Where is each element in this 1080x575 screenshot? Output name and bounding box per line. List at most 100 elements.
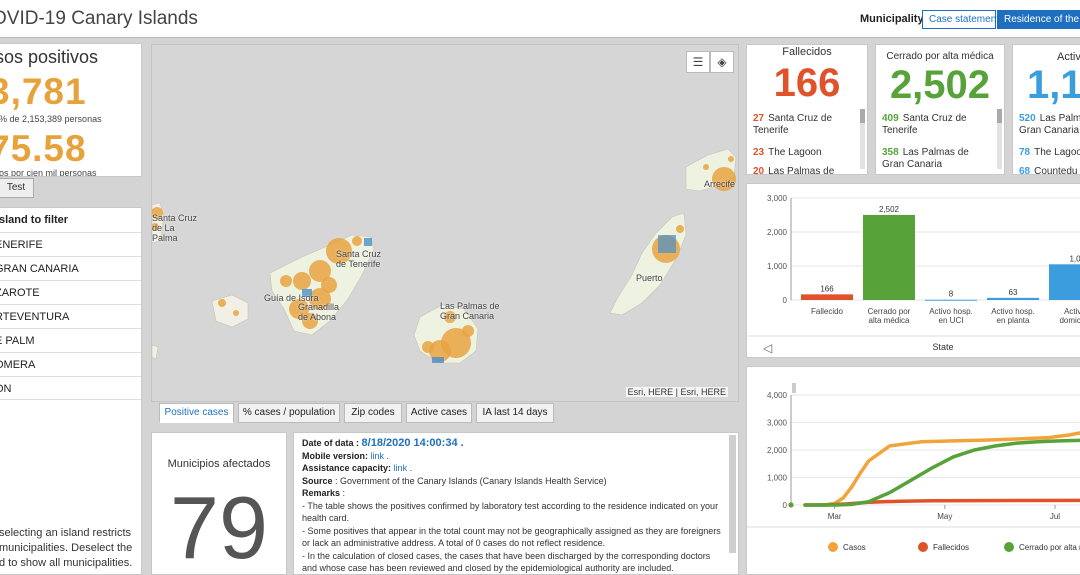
active-value: 1,1 [1027, 63, 1080, 107]
tab-zip-codes[interactable]: Zip codes [344, 403, 402, 423]
positives-rate: 75.58 [0, 128, 87, 169]
island-item-el-hierro[interactable]: ON [0, 376, 141, 400]
y-tick-label: 1,000 [767, 262, 788, 271]
row-label: Countedu [1034, 166, 1078, 175]
map-label-granadilla: Granadilla de Abona [298, 302, 340, 322]
canary-islands-map[interactable]: Santa Cruz de La Palma Santa Cruz de Teneri… [151, 44, 739, 402]
tab-positive-cases[interactable]: Positive cases [159, 403, 234, 423]
y-tick-label: 1,000 [767, 474, 788, 483]
x-axis-title: State [932, 342, 953, 352]
active-row: 520 Las Palm Gran Canaria [1019, 113, 1080, 137]
bar [925, 299, 977, 301]
case-bubble [352, 236, 362, 246]
bar-value-label: 2,502 [879, 205, 900, 214]
active-area [364, 238, 372, 246]
island-item-label: ON [0, 383, 12, 395]
assist-link[interactable]: link [394, 463, 408, 473]
x-tick-label: en planta [997, 316, 1030, 325]
active-card: Activ 1,1 520 Las Palm Gran Canaria 78 The… [1012, 44, 1080, 175]
island-item-fuerteventura[interactable]: RTEVENTURA [0, 304, 141, 328]
closed-title: Cerrado por alta médica [886, 51, 994, 62]
active-area [432, 357, 444, 363]
active-title: Activ [1057, 51, 1080, 63]
tab-active-cases[interactable]: Active cases [406, 403, 472, 423]
legend-label: Fallecidos [933, 543, 969, 552]
legend-swatch [1004, 542, 1014, 552]
x-tick-label: May [937, 512, 952, 521]
line-chart-svg: 0 1,000 2,000 3,000 4,000 Mar May Jul Casos Falle… [747, 383, 1080, 552]
map-label-arrecife: Arrecife [704, 179, 736, 189]
map-label-puerto: Puerto [636, 273, 663, 283]
island-item-tenerife[interactable]: ENERIFE [0, 232, 141, 256]
closed-scroll-thumb[interactable] [997, 109, 1002, 123]
x-tick-label: Jul [1050, 512, 1060, 521]
info-scrollbar[interactable] [729, 435, 736, 553]
closed-value: 2,502 [889, 63, 991, 107]
test-tab[interactable]: Test [0, 178, 34, 198]
remark-2: - Some positives that appear in the tota… [302, 525, 721, 549]
app-header: OVID-19 Canary Islands Municipality Case… [0, 0, 1080, 38]
municipalities-count: 79 [170, 478, 268, 575]
case-bubble [462, 325, 474, 337]
map-label-lpgc: Las Palmas de Gran Canaria [440, 301, 500, 321]
island-shape-el-hierro [151, 344, 159, 360]
row-count: 409 [882, 113, 899, 124]
deaths-value: 166 [773, 61, 841, 105]
deaths-title: Fallecidos [782, 46, 832, 58]
deaths-scroll-thumb[interactable] [860, 109, 865, 123]
map-attribution: Esri, HERE | Esri, HERE [625, 387, 728, 397]
y-tick-label: 4,000 [767, 391, 788, 400]
legend-swatch [828, 542, 838, 552]
active-area [658, 235, 676, 253]
case-bubble [676, 225, 684, 233]
info-panel: Date of data : 8/18/2020 14:00:34 . Mobi… [293, 432, 739, 575]
y-tick-label: 3,000 [767, 194, 788, 203]
island-item-la-palma[interactable]: E PALM [0, 328, 141, 352]
layers-icon[interactable]: ◈ [710, 51, 734, 73]
bar [863, 214, 915, 300]
mobile-link[interactable]: link [371, 451, 385, 461]
active-row: 78 The Lagoo [1019, 147, 1080, 159]
bar-chart-svg: 0 1,000 2,000 3,000 166 Fallecido 2,502 Cerrado… [747, 194, 1080, 355]
municipalities-title: Municipios afectados [167, 458, 271, 470]
bar-value-label: 8 [949, 290, 954, 299]
island-item-label: OMERA [0, 359, 36, 371]
positives-rate-sub: os por cien mil personas [0, 168, 97, 177]
row-label: Las Palmas de [768, 166, 835, 175]
app-title: OVID-19 Canary Islands [0, 8, 198, 29]
remark-3: - In the calculation of closed cases, th… [302, 550, 711, 574]
y-tick-label: 2,000 [767, 228, 788, 237]
case-bubble [233, 310, 239, 316]
row-count: 27 [753, 113, 765, 124]
closed-card: Cerrado por alta médica 2,502 409 Santa C… [875, 44, 1005, 175]
case-bubble [280, 275, 292, 287]
remark-1: - The table shows the positives confirme… [302, 500, 719, 524]
tab-ia-last-14-days[interactable]: IA last 14 days [476, 403, 554, 423]
source-label: Source [302, 475, 333, 486]
island-shape-la-gomera [211, 294, 249, 328]
municipalities-card: Municipios afectados 79 [151, 432, 287, 575]
legend-list-icon[interactable]: ☰ [686, 51, 710, 73]
x-tick-label: Mar [828, 512, 842, 521]
map-canvas [151, 148, 737, 364]
row-label: Santa Cruz de Tenerife [753, 113, 833, 136]
bar-value-label: 1,0 [1069, 254, 1080, 263]
island-item-lanzarote[interactable]: ZAROTE [0, 280, 141, 304]
case-bubble [321, 277, 337, 293]
case-statement-button[interactable]: Case statement [922, 10, 999, 29]
tab-cases-population[interactable]: % cases / population [238, 403, 340, 423]
island-item-gran-canaria[interactable]: GRAN CANARIA [0, 256, 141, 280]
legend-label: Cerrado por alta médica [1019, 543, 1080, 552]
bar [987, 297, 1039, 300]
island-item-label: E PALM [0, 335, 35, 347]
status-bar-chart: 0 1,000 2,000 3,000 166 Fallecido 2,502 Cerrado… [746, 183, 1080, 358]
residence-button[interactable]: Residence of the ca [997, 10, 1080, 29]
island-item-label: RTEVENTURA [0, 311, 70, 323]
island-item-label: GRAN CANARIA [0, 263, 79, 275]
x-tick-label: domicilio [1059, 316, 1080, 325]
row-label: The Lagoon [768, 147, 822, 158]
closed-row: 409 Santa Cruz de Tenerife [882, 113, 988, 137]
island-item-la-gomera[interactable]: OMERA [0, 352, 141, 376]
case-bubble [218, 299, 226, 307]
y-tick-label: 2,000 [767, 446, 788, 455]
